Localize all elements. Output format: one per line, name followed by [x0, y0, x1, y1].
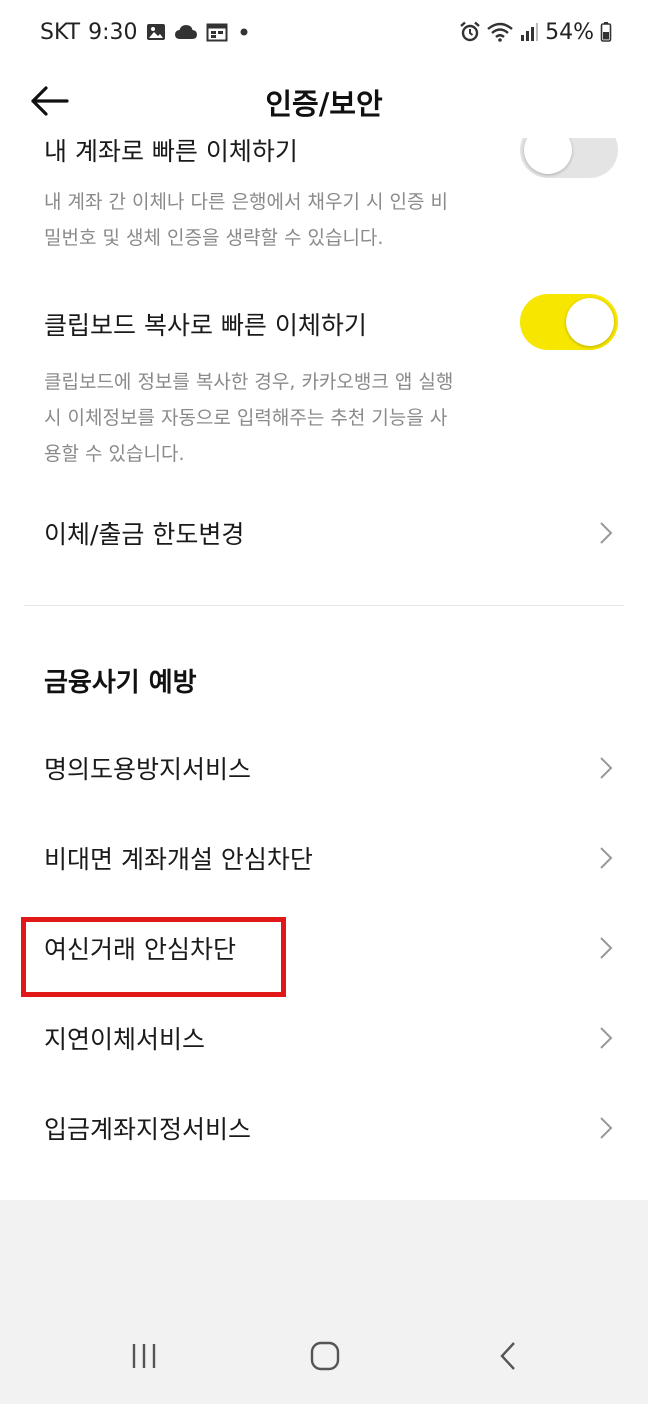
home-icon	[310, 1341, 340, 1371]
calendar-icon	[206, 22, 228, 42]
battery-icon	[600, 21, 612, 43]
toggle-description: 내 계좌 간 이체나 다른 은행에서 채우기 시 인증 비밀번호 및 생체 인증…	[44, 191, 448, 249]
menu-item-designated-deposit-account[interactable]: 입금계좌지정서비스	[0, 1083, 648, 1173]
chevron-right-icon	[600, 757, 613, 779]
status-bar: SKT 9:30 54%	[0, 0, 648, 62]
cloud-icon	[174, 23, 198, 41]
chevron-right-icon	[600, 1027, 613, 1049]
chevron-right-icon	[600, 522, 613, 544]
clipboard-transfer-toggle[interactable]	[520, 294, 618, 350]
chevron-right-icon	[600, 937, 613, 959]
menu-item-credit-transaction-block[interactable]: 여신거래 안심차단	[0, 903, 648, 993]
menu-item-label: 입금계좌지정서비스	[44, 1115, 252, 1144]
divider	[24, 605, 624, 606]
menu-item-label: 명의도용방지서비스	[44, 755, 252, 784]
clock: 9:30	[88, 19, 138, 45]
back-icon	[500, 1342, 515, 1370]
menu-item-label: 지연이체서비스	[44, 1025, 206, 1054]
section-title: 금융사기 예방	[44, 668, 197, 698]
toggle-description: 클립보드에 정보를 복사한 경우, 카카오뱅크 앱 실행 시 이체정보를 자동으…	[44, 371, 454, 465]
menu-item-transfer-limit[interactable]: 이체/출금 한도변경	[0, 488, 648, 578]
menu-item-remote-account-block[interactable]: 비대면 계좌개설 안심차단	[0, 813, 648, 903]
image-icon	[146, 22, 166, 42]
chevron-right-icon	[600, 1117, 613, 1139]
chevron-right-icon	[600, 847, 613, 869]
bottom-area	[0, 1200, 648, 1404]
nav-back-button[interactable]	[478, 1326, 538, 1386]
toggle-title: 내 계좌로 빠른 이체하기	[44, 138, 298, 166]
alarm-icon	[459, 21, 481, 43]
menu-item-label: 이체/출금 한도변경	[44, 520, 245, 549]
own-account-transfer-toggle[interactable]	[520, 138, 618, 178]
app-header: 인증/보안	[0, 62, 648, 138]
toggle-knob	[566, 298, 614, 346]
menu-item-label: 비대면 계좌개설 안심차단	[44, 845, 313, 874]
menu-item-identity-theft-protection[interactable]: 명의도용방지서비스	[0, 723, 648, 813]
recent-apps-icon	[132, 1344, 156, 1368]
page-title: 인증/보안	[265, 87, 383, 121]
dot-icon	[236, 24, 252, 40]
toggle-title: 클립보드 복사로 빠른 이체하기	[44, 311, 367, 340]
battery-percent: 54%	[545, 19, 594, 45]
menu-item-label: 여신거래 안심차단	[44, 935, 236, 964]
wifi-icon	[487, 22, 513, 42]
carrier-label: SKT	[40, 19, 81, 45]
menu-item-delayed-transfer[interactable]: 지연이체서비스	[0, 993, 648, 1083]
settings-content[interactable]: 내 계좌로 빠른 이체하기 내 계좌 간 이체나 다른 은행에서 채우기 시 인…	[0, 138, 648, 1200]
recent-apps-button[interactable]	[114, 1326, 174, 1386]
home-button[interactable]	[295, 1326, 355, 1386]
signal-icon	[519, 22, 539, 42]
toggle-knob	[524, 138, 572, 174]
